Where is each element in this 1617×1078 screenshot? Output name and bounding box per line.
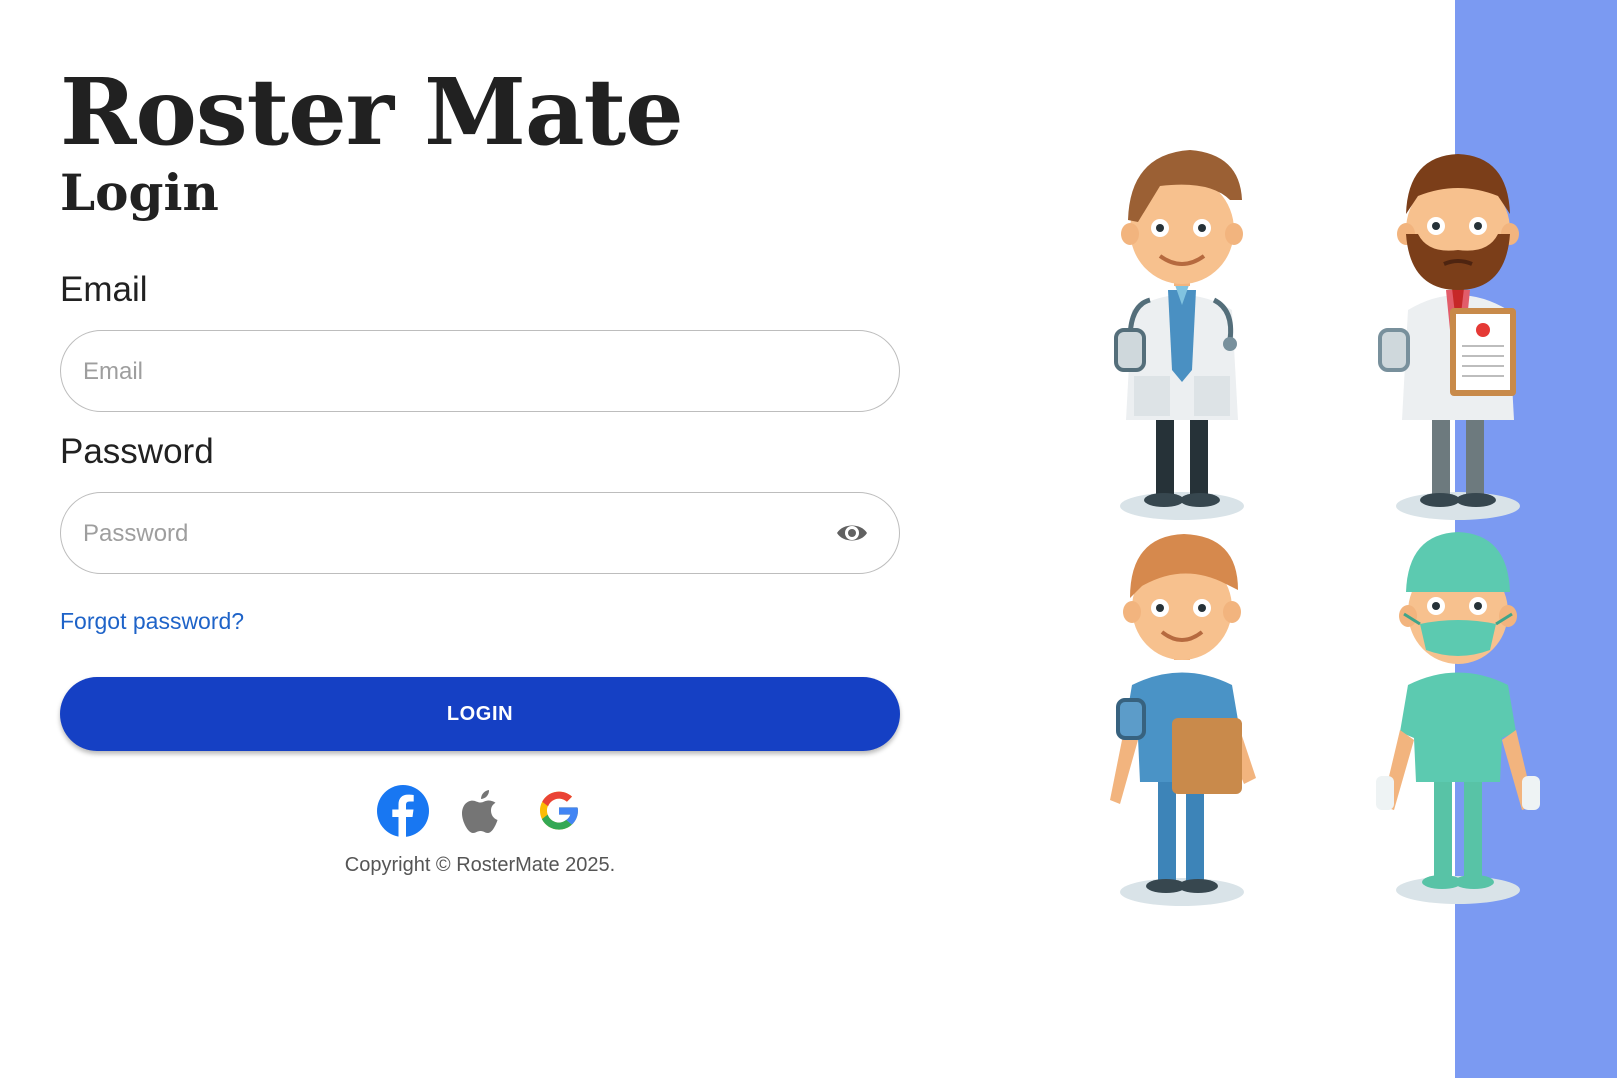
facebook-icon: [377, 785, 429, 837]
google-icon: [540, 791, 579, 830]
app-title: Roster Mate: [60, 58, 684, 166]
nurse-icon: [1110, 534, 1256, 906]
email-field[interactable]: [81, 331, 825, 413]
surgeon-icon: [1376, 532, 1540, 904]
password-label: Password: [60, 432, 214, 471]
copyright-text: Copyright © RosterMate 2025.: [344, 854, 616, 876]
toggle-password-visibility-button[interactable]: [835, 518, 869, 548]
password-field[interactable]: [81, 493, 825, 575]
apple-icon: [462, 790, 498, 833]
password-field-container: [60, 492, 900, 575]
medical-staff-illustration: [1110, 150, 1540, 906]
bearded-doctor-icon: [1378, 154, 1520, 520]
eye-icon: [837, 525, 867, 541]
apple-login-button[interactable]: [459, 789, 501, 840]
login-button[interactable]: LOGIN: [60, 677, 900, 751]
google-login-button[interactable]: [535, 787, 583, 840]
email-field-container: [60, 330, 900, 413]
facebook-login-button[interactable]: [377, 785, 429, 842]
email-label: Email: [60, 270, 148, 309]
doctor-icon: [1114, 150, 1244, 520]
forgot-password-link[interactable]: Forgot password?: [60, 608, 244, 635]
page-title: Login: [60, 163, 219, 222]
social-login-row: [373, 785, 593, 839]
